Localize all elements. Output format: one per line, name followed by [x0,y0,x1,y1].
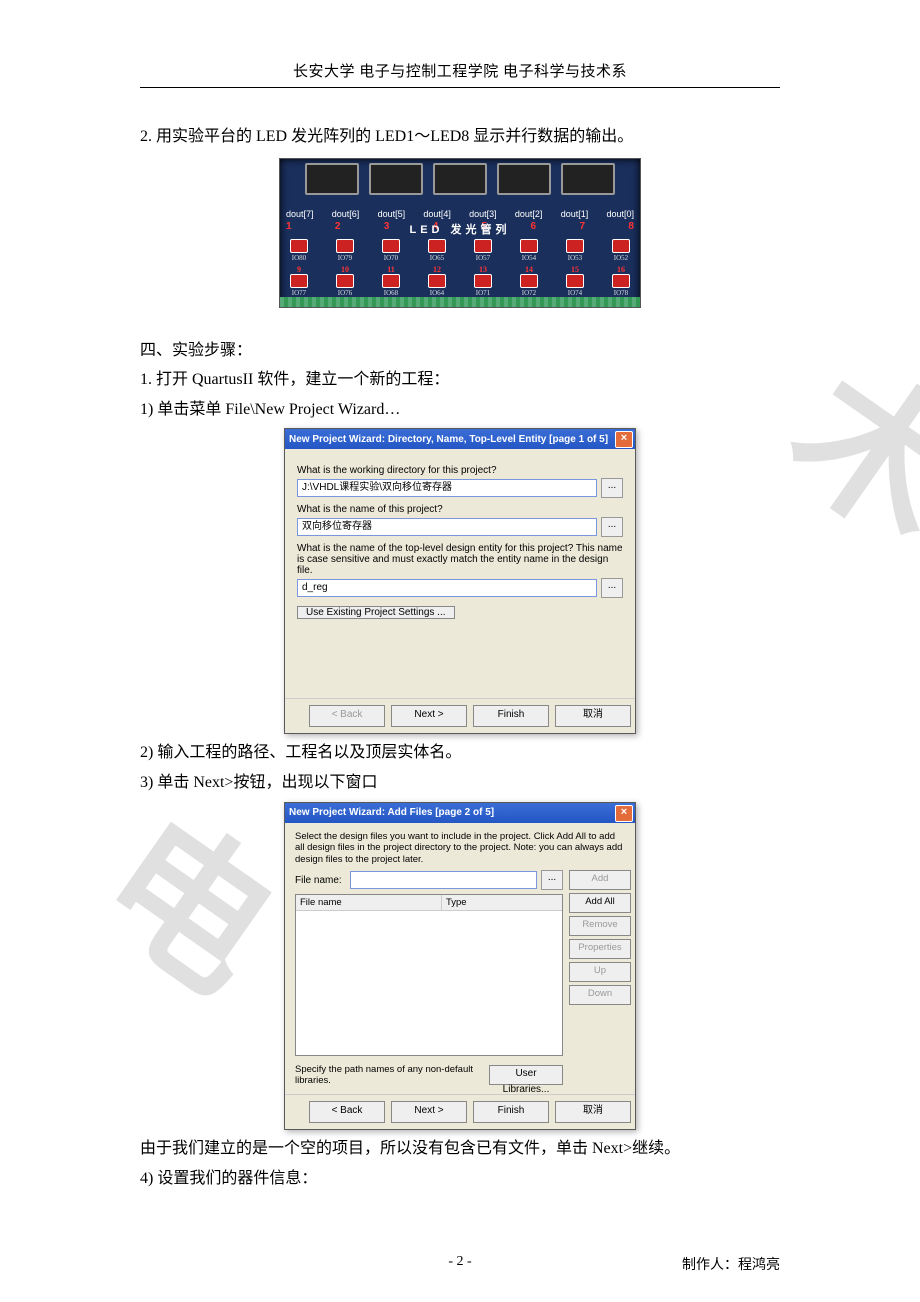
use-existing-settings-button[interactable]: Use Existing Project Settings ... [297,606,455,619]
dialog1-title: New Project Wizard: Directory, Name, Top… [289,434,608,445]
dout-labels: dout[7] dout[6] dout[5] dout[4] dout[3] … [286,209,634,219]
finish-button-d1[interactable]: Finish [473,705,549,727]
dialog2-note: Select the design files you want to incl… [295,831,625,867]
watermark-1: 术 [766,344,920,556]
step-1: 1. 打开 QuartusII 软件，建立一个新的工程： [140,367,780,393]
led-center-label: LED 发光管列 [280,221,640,237]
step-1-4: 4) 设置我们的器件信息： [140,1166,780,1192]
next-button-d2[interactable]: Next > [391,1101,467,1123]
input-top-entity[interactable]: d_reg [297,579,597,597]
col-filename[interactable]: File name [296,895,442,910]
down-button: Down [569,985,631,1005]
dialog2-title: New Project Wizard: Add Files [page 2 of… [289,807,494,818]
properties-button: Properties [569,939,631,959]
led-board-figure: dout[7] dout[6] dout[5] dout[4] dout[3] … [279,158,641,308]
browse-dir-button[interactable]: ... [601,478,623,498]
step-1-3: 3) 单击 Next>按钮，出现以下窗口 [140,770,780,796]
paragraph-empty-project: 由于我们建立的是一个空的项目，所以没有包含已有文件，单击 Next>继续。 [140,1136,780,1162]
browse-entity-button[interactable]: ... [601,578,623,598]
dialog1-titlebar[interactable]: New Project Wizard: Directory, Name, Top… [285,429,635,449]
input-working-dir[interactable]: J:\VHDL课程实验\双向移位寄存器 [297,479,597,497]
finish-button-d2[interactable]: Finish [473,1101,549,1123]
label-file-name: File name: [295,875,342,886]
next-button-d1[interactable]: Next > [391,705,467,727]
led-row1: IO80 IO79 IO70 IO65 IO57 IO54 IO53 IO52 [286,239,634,262]
page-header: 长安大学 电子与控制工程学院 电子科学与技术系 [140,60,780,88]
section-4-title: 四、实验步骤： [140,338,780,364]
user-libraries-button[interactable]: User Libraries... [489,1065,563,1085]
add-button: Add [569,870,631,890]
paragraph-led-output: 2. 用实验平台的 LED 发光阵列的 LED1～LED8 显示并行数据的输出。 [140,124,780,150]
up-button: Up [569,962,631,982]
label-nondefault-libs: Specify the path names of any non-defaul… [295,1064,479,1086]
col-type[interactable]: Type [442,895,562,910]
back-button-d2[interactable]: < Back [309,1101,385,1123]
file-list[interactable]: File name Type [295,894,563,1056]
dialog-new-project-page1: New Project Wizard: Directory, Name, Top… [284,428,636,734]
step-1-1: 1) 单击菜单 File\New Project Wizard… [140,397,780,423]
label-project-name: What is the name of this project? [297,504,623,515]
browse-file-button[interactable]: ... [541,870,563,890]
page-number: - 2 - [0,1254,920,1270]
cancel-button-d1[interactable]: 取消 [555,705,631,727]
close-icon[interactable]: × [615,805,633,822]
cancel-button-d2[interactable]: 取消 [555,1101,631,1123]
add-all-button[interactable]: Add All [569,893,631,913]
label-top-entity: What is the name of the top-level design… [297,543,623,576]
dialog-new-project-page2: New Project Wizard: Add Files [page 2 of… [284,802,636,1131]
back-button-d1: < Back [309,705,385,727]
dialog2-titlebar[interactable]: New Project Wizard: Add Files [page 2 of… [285,803,635,823]
browse-name-button[interactable]: ... [601,517,623,537]
footer-author: 制作人：程鸿亮 [682,1254,780,1274]
step-1-2: 2) 输入工程的路径、工程名以及顶层实体名。 [140,740,780,766]
input-project-name[interactable]: 双向移位寄存器 [297,518,597,536]
close-icon[interactable]: × [615,431,633,448]
remove-button: Remove [569,916,631,936]
label-working-dir: What is the working directory for this p… [297,465,623,476]
led-row2: 9IO77 10IO76 11IO68 12IO64 13IO71 14IO72… [286,265,634,297]
input-file-name[interactable] [350,871,537,889]
